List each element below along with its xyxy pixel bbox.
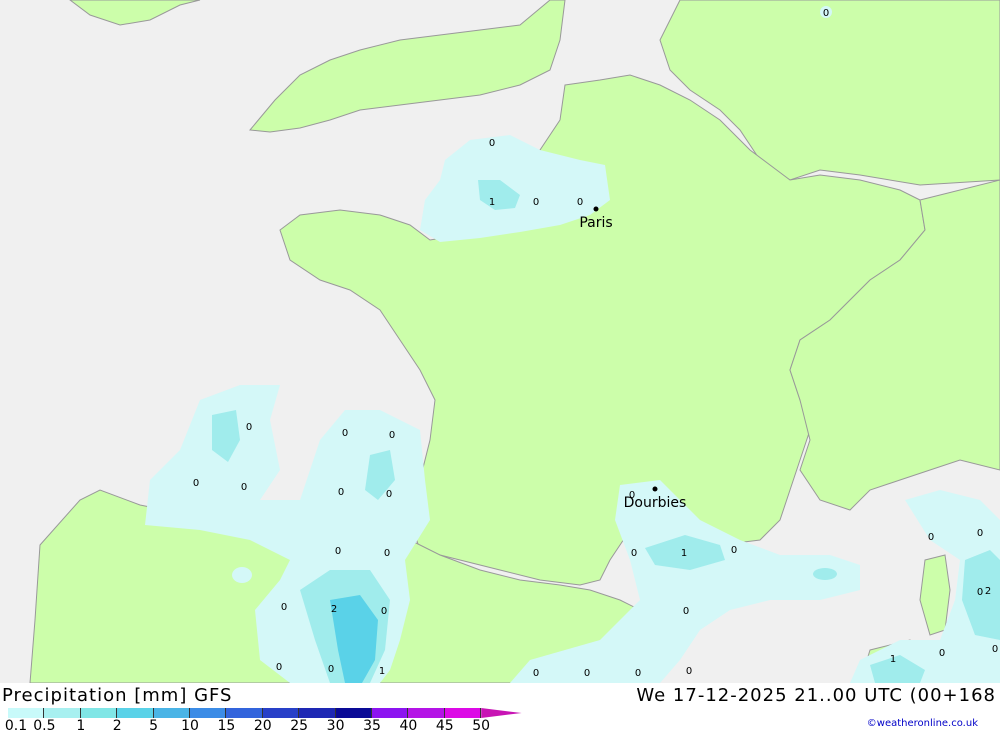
point-value: 0 [241, 482, 247, 493]
city-marker [593, 206, 599, 212]
legend-tick-label: 40 [399, 718, 418, 734]
point-value: 1 [681, 548, 687, 559]
point-value: 0 [381, 606, 387, 617]
legend-swatch [262, 708, 300, 718]
legend-tick-label: 2 [112, 718, 122, 734]
map-title: Precipitation [mm] GFS [2, 685, 233, 706]
legend-tick-label: 30 [326, 718, 345, 734]
forecast-datetime: We 17-12-2025 21..00 UTC (00+168 [636, 685, 996, 706]
legend-swatch [153, 708, 190, 718]
legend-swatch [117, 708, 154, 718]
city-marker [652, 486, 658, 492]
legend-swatch [226, 708, 263, 718]
point-value: 1 [489, 197, 495, 208]
point-value: 0 [386, 489, 392, 500]
point-value: 0 [928, 532, 934, 543]
legend-tick-label: 0.5 [33, 718, 56, 734]
point-value: 0 [489, 138, 495, 149]
legend-swatch [444, 708, 482, 718]
point-value: 0 [635, 668, 641, 679]
point-value: 0 [977, 587, 983, 598]
point-value: 2 [331, 604, 337, 615]
point-value: 0 [631, 548, 637, 559]
point-value: 0 [686, 666, 692, 677]
city-name: Paris [579, 215, 612, 231]
point-value: 1 [379, 666, 385, 677]
point-value: 0 [342, 428, 348, 439]
point-value: 0 [338, 487, 344, 498]
point-value: 0 [193, 478, 199, 489]
legend-tick-label: 10 [181, 718, 199, 734]
legend-swatch [408, 708, 445, 718]
point-value: 0 [533, 197, 539, 208]
point-value: 2 [985, 586, 991, 597]
legend-tick-label: 45 [435, 718, 454, 734]
legend-swatch [335, 708, 372, 718]
point-value: 0 [328, 664, 334, 675]
legend-swatch [8, 708, 45, 718]
credit-link[interactable]: ©weatheronline.co.uk [867, 718, 978, 729]
legend-swatch [44, 708, 81, 718]
point-value: 0 [577, 197, 583, 208]
legend-tick-label: 20 [253, 718, 272, 734]
legend-tick-label: 35 [363, 718, 381, 734]
legend-swatch [80, 708, 118, 718]
point-value: 0 [389, 430, 395, 441]
point-value: 1 [890, 654, 896, 665]
precipitation-map: 0 0 1 0 0 0 0 0 0 0 0 0 0 0 0 0 0 2 0 0 … [0, 0, 1000, 683]
point-value: 0 [992, 644, 998, 655]
point-value: 0 [823, 8, 829, 19]
point-value: 0 [939, 648, 945, 659]
point-value: 0 [683, 606, 689, 617]
legend-swatch [190, 708, 227, 718]
city-name: Dourbies [624, 495, 687, 511]
footer: Precipitation [mm] GFS We 17-12-2025 21.… [0, 683, 1000, 734]
legend-tick-label: 50 [472, 718, 491, 734]
legend-swatch [481, 708, 522, 718]
legend-swatch [299, 708, 336, 718]
legend-tick-label: 5 [149, 718, 159, 734]
precip-spot-sea [813, 568, 837, 580]
point-value: 0 [384, 548, 390, 559]
legend-swatch [372, 708, 409, 718]
point-value: 0 [246, 422, 252, 433]
point-value: 0 [281, 602, 287, 613]
point-value: 0 [731, 545, 737, 556]
legend-tick-label: 25 [290, 718, 309, 734]
point-value: 0 [584, 668, 590, 679]
point-value: 0 [533, 668, 539, 679]
point-value: 0 [276, 662, 282, 673]
legend-tick-label: 0.1 [4, 718, 28, 734]
precipitation-legend: 0.1 0.5 1 2 5 10 15 20 25 30 35 40 45 50 [4, 708, 522, 734]
precip-spot-coast [232, 567, 252, 583]
legend-tick-label: 1 [76, 718, 86, 734]
point-value: 0 [977, 528, 983, 539]
point-value: 0 [335, 546, 341, 557]
legend-tick-label: 15 [217, 718, 236, 734]
